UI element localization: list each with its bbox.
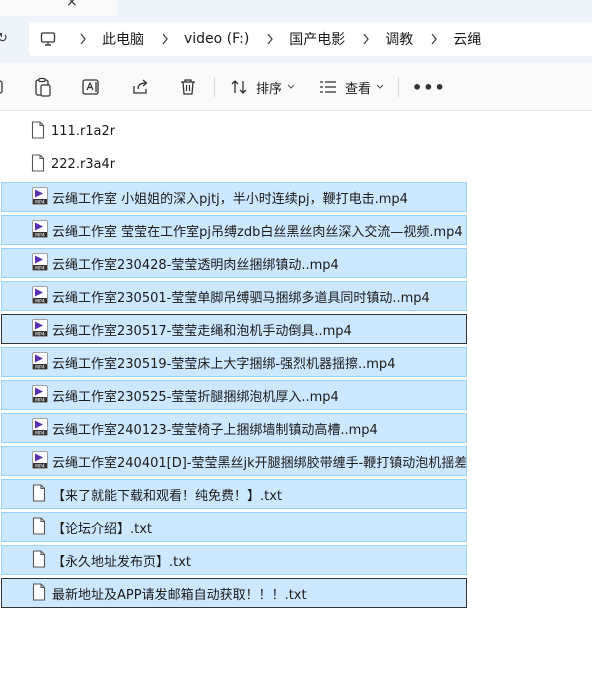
chevron-down-icon [376,84,384,89]
svg-text:MP4: MP4 [35,331,45,337]
svg-text:MP4: MP4 [35,397,45,403]
file-name: 云绳工作室230501-莹莹单脚吊缚驷马捆绑多道具同时镇动..mp4 [52,290,430,306]
file-row[interactable]: 111.r1a2r [1,116,467,146]
file-row[interactable]: 【来了就能下载和观看！纯免费！】.txt [1,479,467,509]
more-dots-icon: ••• [412,77,446,97]
file-name: 云绳工作室240123-莹莹椅子上捆绑墙制镇动高槽..mp4 [52,422,378,438]
svg-text:MP4: MP4 [35,364,45,370]
this-pc-icon[interactable] [40,31,56,51]
file-row[interactable]: MP4 云绳工作室240123-莹莹椅子上捆绑墙制镇动高槽..mp4 [1,413,467,443]
breadcrumb: 此电脑 video (F:) 国产电影 调教 云绳 [64,27,481,51]
breadcrumb-video-drive[interactable]: video (F:) [184,31,249,47]
breadcrumb-folder-1[interactable]: 国产电影 [289,29,345,49]
sort-label: 排序 [256,81,283,97]
file-row[interactable]: 最新地址及APP请发邮箱自动获取！！！.txt [1,578,467,608]
video-file-icon: MP4 [32,418,50,438]
breadcrumb-folder-2[interactable]: 调教 [385,29,413,49]
svg-text:MP4: MP4 [35,430,45,436]
view-list-icon [320,81,336,93]
breadcrumb-current-folder[interactable]: 云绳 [453,29,481,49]
chevron-right-icon[interactable] [427,32,441,46]
file-row[interactable]: MP4 云绳工作室230525-莹莹折腿捆绑泡机厚入..mp4 [1,380,467,410]
file-row[interactable]: MP4 云绳工作室230428-莹莹透明肉丝捆绑镇动..mp4 [1,248,467,278]
breadcrumb-this-pc[interactable]: 此电脑 [102,29,144,49]
video-file-icon: MP4 [32,220,50,240]
file-name: 云绳工作室 小姐姐的深入pjtj，半小时连续pj，鞭打电击.mp4 [52,191,408,207]
video-file-icon: MP4 [32,187,50,207]
file-row[interactable]: MP4 云绳工作室240401[D]-莹莹黑丝jk开腿捆绑胶带缠手-鞭打镇动泡机揺… [1,446,467,476]
video-file-icon: MP4 [32,352,50,372]
svg-text:MP4: MP4 [35,232,45,238]
file-name: 云绳工作室230517-莹莹走绳和泡机手动倒具..mp4 [52,323,352,339]
video-file-icon: MP4 [32,319,50,339]
file-row[interactable]: MP4 云绳工作室230501-莹莹单脚吊缚驷马捆绑多道具同时镇动..mp4 [1,281,467,311]
file-row[interactable]: MP4 云绳工作室 莹莹在工作室pj吊缚zdb白丝黑丝肉丝深入交流—视频.mp4 [1,215,467,245]
video-file-icon: MP4 [32,451,50,471]
file-name: 云绳工作室230428-莹莹透明肉丝捆绑镇动..mp4 [52,257,339,273]
document-file-icon [32,550,50,570]
file-row[interactable]: MP4 云绳工作室230519-莹莹床上大字捆绑-强烈机器揺擦..mp4 [1,347,467,377]
file-name: 111.r1a2r [51,123,116,139]
delete-button[interactable] [179,77,197,97]
refresh-icon[interactable]: ↻ [0,31,8,46]
share-icon [133,79,148,94]
tab-close-button[interactable]: × [66,0,78,10]
chevron-right-icon[interactable] [158,32,172,46]
document-file-icon [31,121,49,141]
chevron-right-icon[interactable] [263,32,277,46]
file-row[interactable]: 222.r3a4r [1,149,467,179]
document-file-icon [32,484,50,504]
chevron-right-icon[interactable] [359,32,373,46]
cut-icon [0,80,3,94]
view-button[interactable]: 查看 [319,77,384,97]
svg-text:MP4: MP4 [35,463,45,469]
video-file-icon: MP4 [32,253,50,273]
toolbar-divider [398,77,399,97]
file-name: 云绳工作室 莹莹在工作室pj吊缚zdb白丝黑丝肉丝深入交流—视频.mp4 [52,224,463,240]
document-file-icon [32,583,50,603]
view-label: 查看 [345,81,372,97]
video-file-icon: MP4 [32,286,50,306]
toolbar-divider [214,77,215,97]
more-options-button[interactable]: ••• [412,77,446,97]
document-file-icon [31,154,49,174]
tab-strip: × [0,0,592,17]
command-bar: 排序 查看 ••• [0,63,592,111]
chevron-down-icon [287,84,295,89]
file-name: 云绳工作室240401[D]-莹莹黑丝jk开腿捆绑胶带缠手-鞭打镇动泡机揺差.m… [52,455,466,471]
paste-icon [35,77,51,97]
paste-button[interactable] [34,77,52,97]
document-file-icon [32,517,50,537]
file-name: 云绳工作室230519-莹莹床上大字捆绑-强烈机器揺擦..mp4 [52,356,396,372]
svg-text:MP4: MP4 [35,199,45,205]
file-name: 222.r3a4r [51,156,116,172]
file-name: 最新地址及APP请发邮箱自动获取！！！.txt [52,587,307,603]
address-bar-area: ↻ 此电脑 video (F:) 国产电影 调教 云绳 [0,17,592,63]
active-tab[interactable] [0,0,117,16]
file-row[interactable]: MP4 云绳工作室 小姐姐的深入pjtj，半小时连续pj，鞭打电击.mp4 [1,182,467,212]
share-button[interactable] [131,77,149,97]
video-file-icon: MP4 [32,385,50,405]
svg-text:MP4: MP4 [35,298,45,304]
file-name: 云绳工作室230525-莹莹折腿捆绑泡机厚入..mp4 [52,389,339,405]
chevron-right-icon[interactable] [76,32,90,46]
file-row[interactable]: 【永久地址发布页】.txt [1,545,467,575]
cut-button[interactable] [0,77,6,97]
svg-text:MP4: MP4 [35,265,45,271]
file-name: 【论坛介绍】.txt [52,521,153,537]
sort-icon [231,80,247,94]
sort-button[interactable]: 排序 [230,77,295,97]
trash-icon [181,79,195,95]
file-row[interactable]: MP4 云绳工作室230517-莹莹走绳和泡机手动倒具..mp4 [1,314,467,344]
rename-button[interactable] [82,77,102,97]
rename-icon [82,79,99,95]
file-row[interactable]: 【论坛介绍】.txt [1,512,467,542]
file-name: 【永久地址发布页】.txt [52,554,192,570]
file-name: 【来了就能下载和观看！纯免费！】.txt [52,488,283,504]
